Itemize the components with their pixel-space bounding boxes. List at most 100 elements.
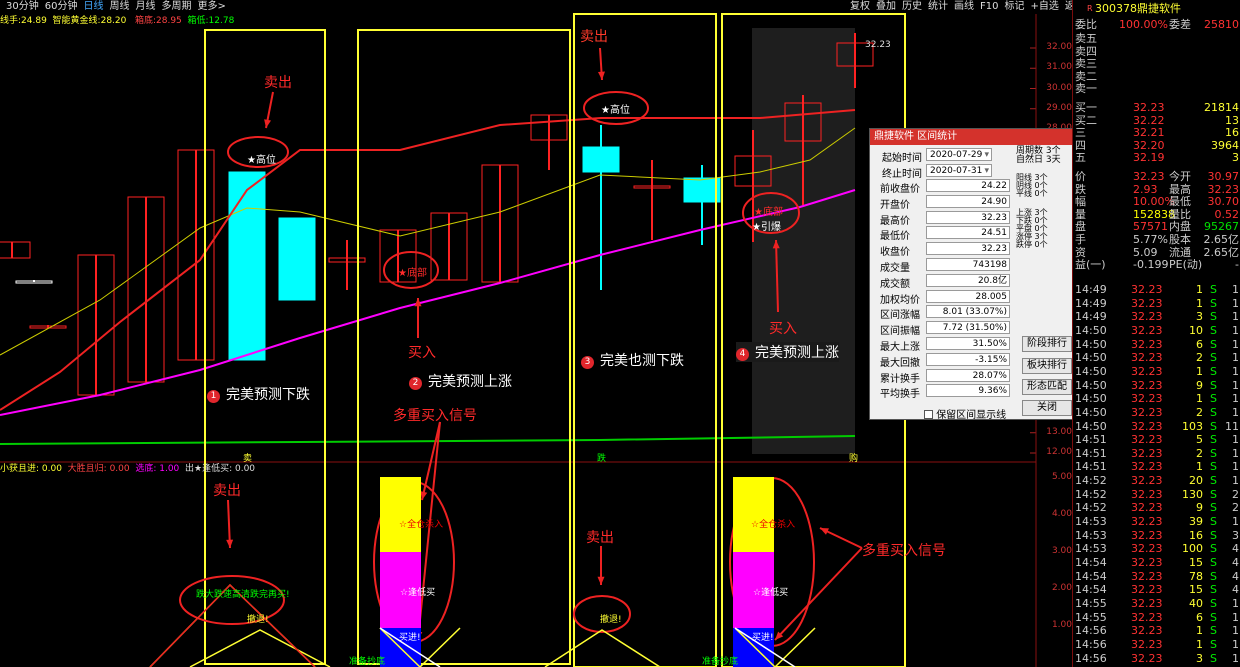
y2-tick-label: 4.00 xyxy=(1051,509,1072,519)
tick-price: 32.23 xyxy=(1131,637,1163,651)
quote-value-2: 2.65亿 xyxy=(1203,245,1240,259)
tick-price: 32.23 xyxy=(1131,310,1163,324)
tick-time: 14:50 xyxy=(1075,337,1107,351)
tab-monthly[interactable]: 月线 xyxy=(135,1,155,12)
quote-label-2: 最低 xyxy=(1169,195,1191,209)
candle-body xyxy=(228,171,266,361)
add-watch-button[interactable]: +自选 xyxy=(1030,1,1058,12)
stats-button[interactable]: 统计 xyxy=(928,1,948,12)
overlay-button[interactable]: 叠加 xyxy=(876,1,896,12)
ask-label: 卖一 xyxy=(1075,82,1097,96)
tick-time: 14:51 xyxy=(1075,433,1107,447)
chevron-down-icon: ▾ xyxy=(984,166,989,176)
tab-weekly[interactable]: 周线 xyxy=(109,1,129,12)
stat-value: 28.005 xyxy=(926,289,1010,303)
tab-30min[interactable]: 30分钟 xyxy=(6,1,39,12)
tick-time: 14:51 xyxy=(1075,460,1107,474)
tick-side: S xyxy=(1210,296,1217,310)
tick-price: 32.23 xyxy=(1131,569,1163,583)
keep-interval-checkbox[interactable]: 保留区间显示线 xyxy=(924,406,1006,421)
draw-button[interactable]: 画线 xyxy=(954,1,974,12)
tick-side: S xyxy=(1210,337,1217,351)
tick-time: 14:56 xyxy=(1075,651,1107,665)
ask-row: 卖一 xyxy=(1073,83,1240,96)
kline-chart-area[interactable]: 30分钟 60分钟 日线 周线 月线 多周期 更多> 复权 叠加 历史 统计 画线 F10 标记 +自选返… xyxy=(0,0,1072,667)
sell-label-4: 卖出 xyxy=(586,530,614,546)
dialog-title[interactable]: 鼎捷软件 区间统计✕ xyxy=(870,129,1072,145)
tick-row: 14:52 32.23 9 S 2 xyxy=(1073,502,1240,515)
candle-body xyxy=(683,177,721,203)
trigger-mark: ★引爆 xyxy=(752,222,781,233)
tab-more[interactable]: 更多> xyxy=(197,1,225,12)
f10-button[interactable]: F10 xyxy=(980,1,998,12)
order-ratio-row: 委比 100.00% 委差 25810 xyxy=(1075,18,1239,31)
interval-stats-dialog[interactable]: 鼎捷软件 区间统计✕ 起始时间 2020-07-29▾ 终止时间 2020-07… xyxy=(869,128,1072,421)
bid-volume: 3 xyxy=(1232,151,1239,165)
tick-count: 1 xyxy=(1232,337,1239,351)
tick-count: 1 xyxy=(1232,433,1239,447)
stat-label: 最高价 xyxy=(880,215,910,227)
tick-price: 32.23 xyxy=(1131,392,1163,406)
tick-price: 32.23 xyxy=(1131,378,1163,392)
bid-label: 三 xyxy=(1075,126,1086,140)
tick-count: 1 xyxy=(1232,624,1239,638)
tick-count: 1 xyxy=(1232,405,1239,419)
candle-body xyxy=(0,241,31,259)
tab-multi-period[interactable]: 多周期 xyxy=(161,1,191,12)
sector-rank-button[interactable]: 板块排行 xyxy=(1022,358,1072,374)
r-mark: R xyxy=(1087,4,1093,13)
tick-row: 14:49 32.23 1 S 1 xyxy=(1073,296,1240,311)
break-warning-text: 跌大跌速高清跌完再买! xyxy=(196,590,290,600)
tick-time: 14:50 xyxy=(1075,392,1107,406)
arrow-head xyxy=(597,576,605,585)
tick-time: 14:53 xyxy=(1075,515,1107,529)
tick-volume: 2 xyxy=(1196,351,1203,365)
prediction-label-1: 1 完美预测下跌 xyxy=(207,384,310,404)
tick-side: S xyxy=(1210,556,1217,569)
tick-row: 14:50 32.23 10 S 1 xyxy=(1073,324,1240,338)
pattern-match-button[interactable]: 形态匹配 xyxy=(1022,379,1072,395)
bottom-mark-1: ★底部 xyxy=(398,268,427,279)
tick-time: 14:53 xyxy=(1075,528,1107,542)
ask-label: 卖三 xyxy=(1075,57,1097,71)
fuquan-button[interactable]: 复权 xyxy=(850,1,870,12)
mark-button[interactable]: 标记 xyxy=(1004,1,1024,12)
end-date-select[interactable]: 2020-07-31 ▾ xyxy=(926,164,992,177)
start-time-label: 起始时间 xyxy=(882,153,922,164)
retreat-text-1: 撤退! xyxy=(247,615,269,625)
tab-60min[interactable]: 60分钟 xyxy=(45,1,78,12)
tick-volume: 130 xyxy=(1182,487,1203,501)
period-count: 周期数 3个 自然日 3天 xyxy=(1016,146,1061,165)
tab-daily[interactable]: 日线 xyxy=(83,1,103,12)
tick-price: 32.23 xyxy=(1131,528,1163,542)
stage-rank-button[interactable]: 阶段排行 xyxy=(1022,336,1072,352)
history-button[interactable]: 历史 xyxy=(902,1,922,12)
tick-row: 14:50 32.23 1 S 1 xyxy=(1073,364,1240,379)
tick-side: S xyxy=(1210,405,1217,419)
stat-label: 平均换手 xyxy=(880,389,920,401)
tick-count: 1 xyxy=(1232,364,1239,378)
tick-time: 14:50 xyxy=(1075,378,1107,392)
tick-count: 4 xyxy=(1232,556,1239,569)
start-date-select[interactable]: 2020-07-29 ▾ xyxy=(926,148,992,161)
chevron-down-icon: ▾ xyxy=(984,150,989,160)
tick-price: 32.23 xyxy=(1131,583,1163,597)
checkbox-icon[interactable] xyxy=(924,410,933,419)
tick-row: 14:50 32.23 1 S 1 xyxy=(1073,393,1240,406)
candle-counts: 阳线 3个 阴线 0个 平线 0个 xyxy=(1016,173,1048,198)
y-tick-label: 29.00 xyxy=(1046,102,1072,113)
dip-buy-text-1: ☆逢低买 xyxy=(400,588,436,598)
close-button[interactable]: 关闭 xyxy=(1022,400,1072,416)
high-mark-2: ★高位 xyxy=(601,105,630,116)
back-button[interactable]: 返回 xyxy=(1065,1,1072,12)
tick-volume: 1 xyxy=(1196,364,1203,378)
stat-value: -3.15% xyxy=(926,352,1010,366)
tick-time: 14:50 xyxy=(1075,351,1107,365)
high-mark-1: ★高位 xyxy=(247,155,276,166)
tick-volume: 9 xyxy=(1196,378,1203,392)
stat-value: 32.23 xyxy=(926,242,1010,256)
multi-buy-signal-2: 多重买入信号 xyxy=(862,543,946,559)
bid-price: 32.19 xyxy=(1133,151,1165,165)
prediction-label-4: 4 完美预测上涨 xyxy=(736,342,839,362)
tick-count: 1 xyxy=(1232,637,1239,651)
